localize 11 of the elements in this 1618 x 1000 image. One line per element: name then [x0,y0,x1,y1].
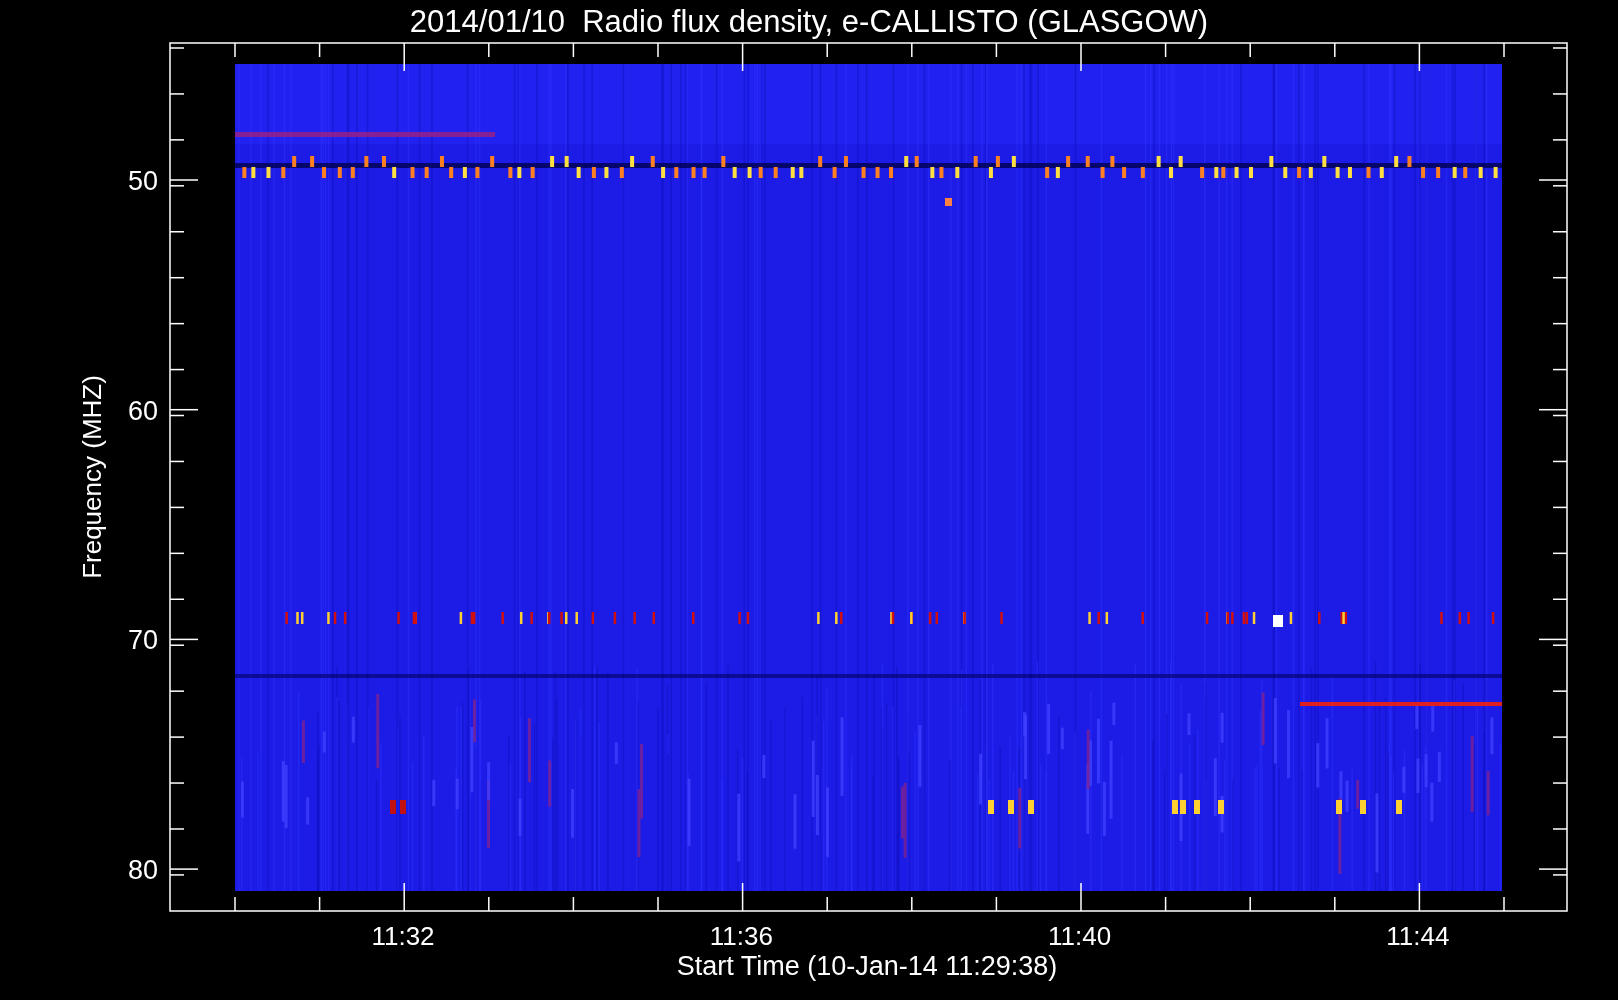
y-tick-label: 50 [127,166,158,196]
x-tick-label: 11:32 [371,921,435,951]
y-axis-label: Frequency (MHZ) [77,375,107,579]
x-tick-label: 11:36 [709,921,773,951]
y-tick-label: 80 [127,855,158,886]
x-tick-label: 11:40 [1048,921,1112,951]
y-tick-label: 70 [127,625,158,656]
x-tick-label: 11:44 [1386,921,1450,951]
plot-title: 2014/01/10 Radio flux density, e-CALLISTO (GLASGOW) [409,4,1209,39]
y-tick-label: 60 [127,395,158,426]
x-axis-label: Start Time (10-Jan-14 11:29:38) [676,951,1058,981]
